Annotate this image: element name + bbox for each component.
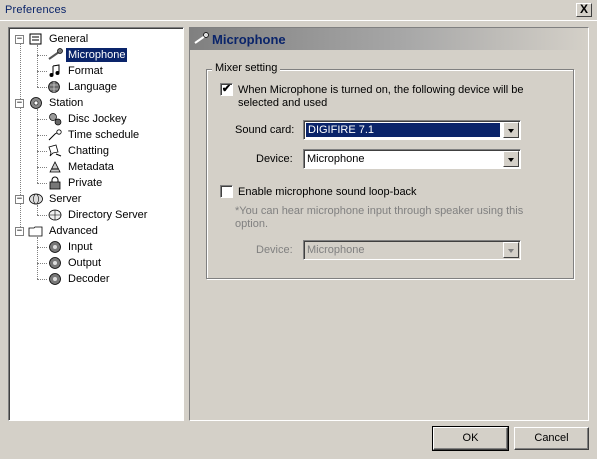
tree-label: Format (68, 65, 103, 77)
tree-node-station[interactable]: − Station (15, 95, 85, 111)
tree-label: Directory Server (68, 209, 148, 221)
chevron-down-icon[interactable] (503, 151, 519, 167)
tree-node-format[interactable]: Format (47, 63, 105, 79)
tree-label: Output (68, 257, 102, 269)
dj-headphones-icon (47, 112, 63, 126)
tree-node-metadata[interactable]: Metadata (47, 159, 116, 175)
panel-title: Microphone (212, 32, 286, 47)
panel-header: Microphone (190, 28, 588, 50)
collapse-toggle[interactable]: − (15, 34, 24, 44)
ok-button[interactable]: OK (432, 426, 509, 451)
tree-node-server[interactable]: − Server (15, 191, 83, 207)
device-label: Device: (256, 153, 293, 165)
tree-node-output[interactable]: Output (47, 255, 103, 271)
loopback-note-line2: option. (235, 218, 269, 230)
sound-card-value: DIGIFIRE 7.1 (306, 123, 500, 137)
tree-node-time-schedule[interactable]: Time schedule (47, 127, 141, 143)
collapse-toggle[interactable]: − (15, 98, 24, 108)
close-button[interactable]: X (576, 3, 592, 17)
tree-label: Input (68, 241, 93, 253)
microphone-icon (194, 32, 210, 49)
general-settings-icon (28, 32, 44, 46)
tree-label: Decoder (68, 273, 110, 285)
decoder-gear-icon (47, 272, 63, 286)
loopback-device-select[interactable]: Microphone (303, 240, 521, 260)
metadata-icon (47, 160, 63, 174)
lock-icon (47, 176, 63, 190)
settings-panel: Microphone Mixer setting ✔ When Micropho… (189, 27, 589, 421)
tree-label: Station (49, 97, 84, 109)
tree-node-private[interactable]: Private (47, 175, 104, 191)
group-label: Mixer setting (212, 62, 281, 75)
tree-node-directory-server[interactable]: Directory Server (47, 207, 149, 223)
input-gear-icon (47, 240, 63, 254)
loopback-device-value: Microphone (307, 244, 365, 256)
chevron-down-icon[interactable] (503, 242, 519, 258)
sound-card-select[interactable]: DIGIFIRE 7.1 (303, 120, 521, 140)
tree-label: Disc Jockey (68, 113, 127, 125)
loopback-label: Enable microphone sound loop-back (238, 186, 417, 198)
collapse-toggle[interactable]: − (15, 194, 24, 204)
title-bar: Preferences X (0, 0, 597, 21)
tree-label: Chatting (68, 145, 109, 157)
advanced-folder-icon (28, 224, 44, 238)
loopback-checkbox[interactable] (220, 185, 233, 198)
tree-label: General (49, 33, 89, 45)
loopback-note-line1: *You can hear microphone input through s… (235, 205, 524, 217)
tree-node-decoder[interactable]: Decoder (47, 271, 112, 287)
use-device-checkbox[interactable]: ✔ (220, 83, 233, 96)
cancel-button[interactable]: Cancel (514, 427, 589, 450)
chat-icon (47, 144, 63, 158)
directory-server-icon (47, 208, 63, 222)
tree-label: Server (49, 193, 82, 205)
microphone-icon (47, 48, 63, 62)
music-note-icon (47, 64, 63, 78)
clock-icon (47, 128, 63, 142)
category-tree[interactable]: − General Microphone Format Language − S… (8, 27, 184, 421)
tree-label: Microphone (66, 48, 128, 62)
tree-label: Metadata (68, 161, 114, 173)
tree-label: Time schedule (68, 129, 140, 141)
tree-label: Language (68, 81, 117, 93)
tree-node-language[interactable]: Language (47, 79, 119, 95)
server-icon (28, 192, 44, 206)
tree-node-chatting[interactable]: Chatting (47, 143, 111, 159)
tree-node-input[interactable]: Input (47, 239, 94, 255)
tree-node-microphone[interactable]: Microphone (47, 47, 128, 63)
tree-node-disc-jockey[interactable]: Disc Jockey (47, 111, 129, 127)
sound-card-label: Sound card: (235, 124, 295, 136)
device-select[interactable]: Microphone (303, 149, 521, 169)
globe-icon (47, 80, 63, 94)
collapse-toggle[interactable]: − (15, 226, 24, 236)
use-device-label-line1: When Microphone is turned on, the follow… (238, 84, 524, 96)
device-value: Microphone (307, 153, 365, 165)
chevron-down-icon[interactable] (503, 122, 519, 138)
loopback-device-label: Device: (256, 244, 293, 256)
tree-node-general[interactable]: − General (15, 31, 90, 47)
tree-label: Advanced (49, 225, 98, 237)
use-device-label-line2: selected and used (238, 97, 328, 109)
tree-label: Private (68, 177, 103, 189)
tree-node-advanced[interactable]: − Advanced (15, 223, 100, 239)
output-gear-icon (47, 256, 63, 270)
window-title: Preferences (5, 4, 67, 16)
station-icon (28, 96, 44, 110)
